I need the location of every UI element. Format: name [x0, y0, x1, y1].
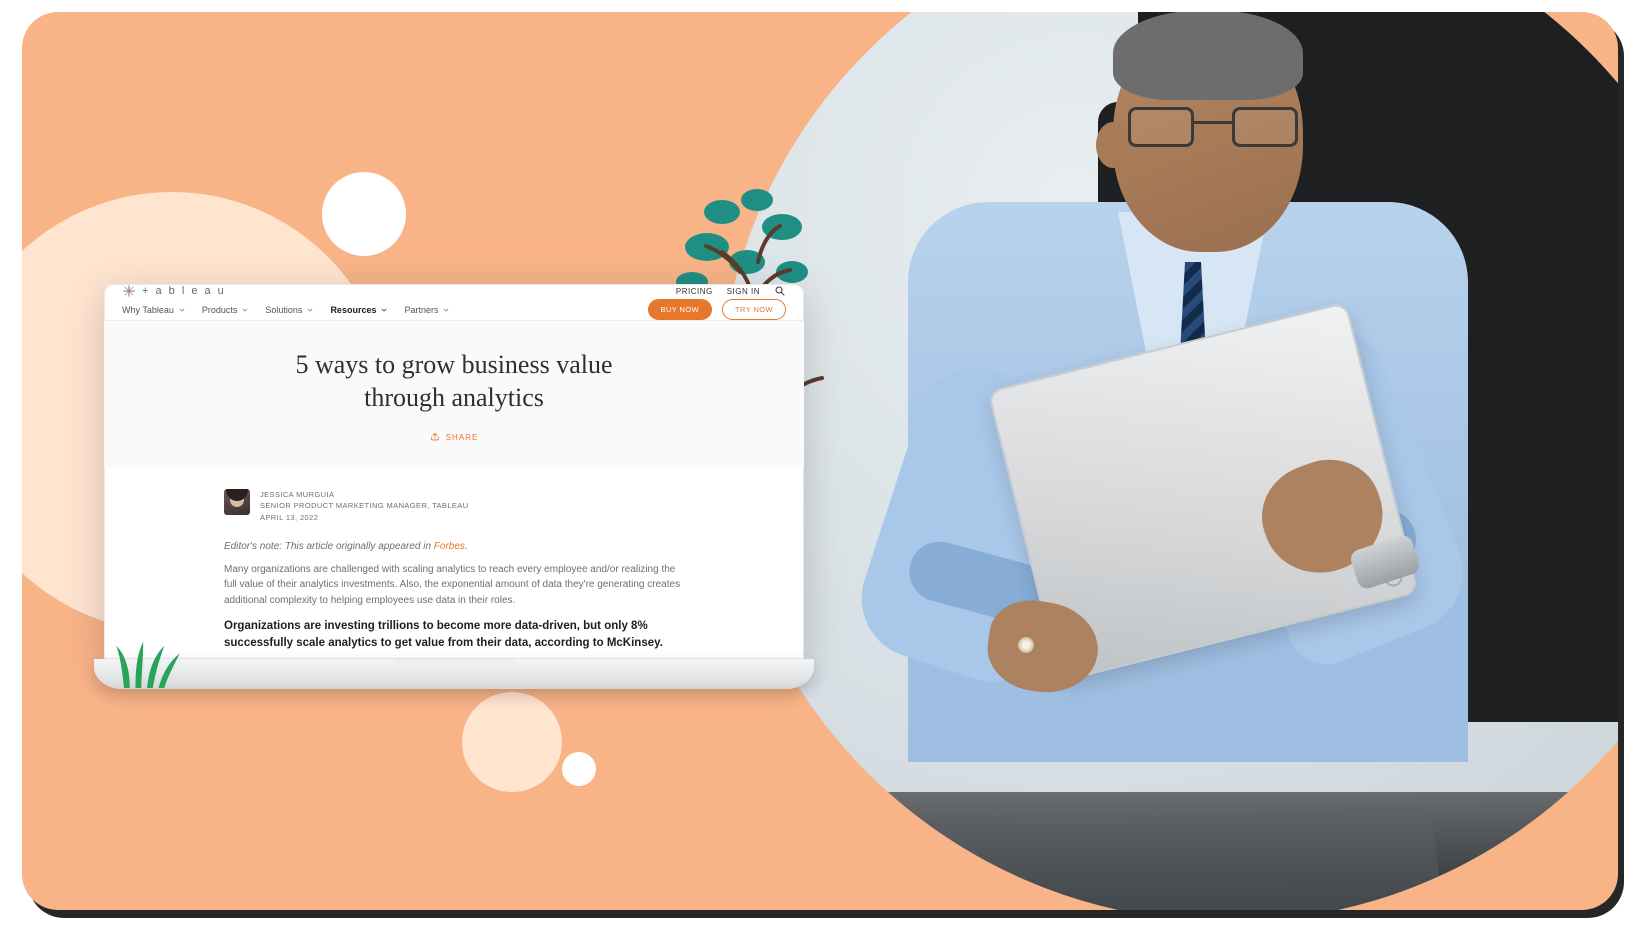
- nav-item-solutions[interactable]: Solutions: [265, 305, 314, 315]
- nav-item-resources[interactable]: Resources: [330, 305, 388, 315]
- editors-note: Editor's note: This article originally a…: [224, 541, 684, 552]
- chevron-down-icon: [241, 306, 249, 314]
- deco-circle: [462, 692, 562, 792]
- nav-item-products[interactable]: Products: [202, 305, 250, 315]
- buy-now-button[interactable]: BUY NOW: [648, 299, 713, 320]
- tableau-mark-icon: [122, 284, 136, 298]
- author-role: SENIOR PRODUCT MARKETING MANAGER, TABLEA…: [260, 500, 469, 511]
- chevron-down-icon: [178, 306, 186, 314]
- chevron-down-icon: [306, 306, 314, 314]
- chevron-down-icon: [442, 306, 450, 314]
- publish-date: APRIL 13, 2022: [260, 512, 469, 523]
- share-icon: [430, 432, 440, 442]
- intro-paragraph: Many organizations are challenged with s…: [224, 562, 684, 609]
- laptop-base: [94, 659, 814, 689]
- byline: JESSICA MURGUIA SENIOR PRODUCT MARKETING…: [224, 489, 684, 523]
- deco-circle: [562, 752, 596, 786]
- nav-item-why-tableau[interactable]: Why Tableau: [122, 305, 186, 315]
- signin-link[interactable]: SIGN IN: [727, 287, 760, 296]
- promo-card: + a b l e a u PRICING SIGN IN Why Tablea…: [22, 12, 1618, 910]
- top-bar: + a b l e a u PRICING SIGN IN: [104, 284, 804, 299]
- try-now-button[interactable]: TRY NOW: [722, 299, 786, 320]
- author-avatar: [224, 489, 250, 515]
- laptop-mock: + a b l e a u PRICING SIGN IN Why Tablea…: [94, 284, 814, 689]
- hero-photo: [718, 12, 1618, 910]
- forbes-link[interactable]: Forbes: [434, 541, 465, 552]
- grass-icon: [114, 640, 182, 688]
- brand-logo[interactable]: + a b l e a u: [122, 284, 226, 298]
- share-button[interactable]: SHARE: [430, 432, 479, 442]
- nav-links: Why Tableau Products Solutions Resources Par…: [122, 305, 450, 315]
- nav-item-partners[interactable]: Partners: [404, 305, 450, 315]
- article-title: 5 ways to grow business value through an…: [144, 349, 764, 414]
- search-icon[interactable]: [774, 285, 786, 297]
- deco-circle: [322, 172, 406, 256]
- article-body: JESSICA MURGUIA SENIOR PRODUCT MARKETING…: [104, 467, 804, 659]
- brand-name: + a b l e a u: [142, 285, 226, 297]
- pull-quote: Organizations are investing trillions to…: [224, 618, 684, 651]
- chevron-down-icon: [380, 306, 388, 314]
- pricing-link[interactable]: PRICING: [676, 287, 713, 296]
- main-nav: Why Tableau Products Solutions Resources Par…: [104, 299, 804, 321]
- author-name: JESSICA MURGUIA: [260, 489, 469, 500]
- hero-section: 5 ways to grow business value through an…: [104, 321, 804, 467]
